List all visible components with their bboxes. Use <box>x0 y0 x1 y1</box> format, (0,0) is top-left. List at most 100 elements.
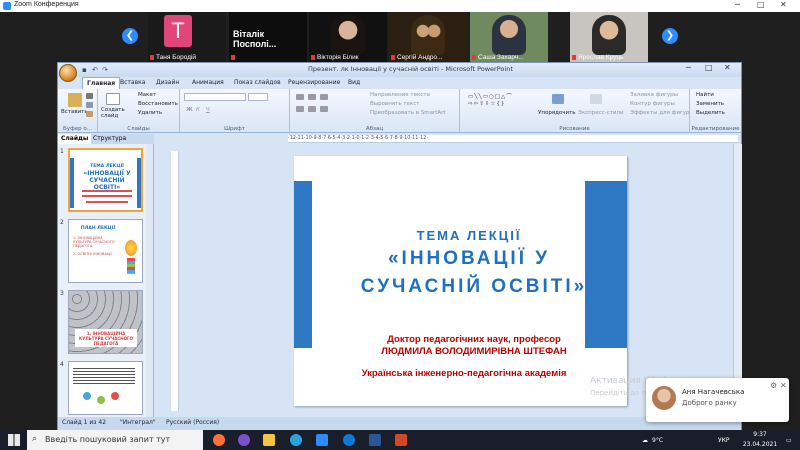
participant-tile[interactable]: Сергій Андро... <box>389 12 467 62</box>
font-size-select[interactable] <box>248 93 268 101</box>
numbering-icon[interactable] <box>308 94 316 100</box>
clock-date[interactable]: 23.04.2021 <box>740 441 780 448</box>
arrange-button[interactable]: Упорядочить <box>538 110 576 116</box>
settings-icon[interactable]: ⚙ <box>770 381 777 390</box>
language-indicator[interactable]: УКР <box>718 437 730 444</box>
tab-slides[interactable]: Слайды <box>58 134 92 144</box>
format-painter-icon[interactable] <box>86 111 93 117</box>
ppt-maximize-icon[interactable]: □ <box>705 63 713 72</box>
align-right-icon[interactable] <box>320 106 328 112</box>
bulb-graphic <box>127 258 135 274</box>
word-icon[interactable] <box>369 434 381 446</box>
clock-time[interactable]: 9:37 <box>740 431 780 438</box>
start-button[interactable] <box>8 434 20 446</box>
shapes-gallery[interactable]: ▭╲╲▭○□△⌒ <box>468 92 513 100</box>
bullets-icon[interactable] <box>296 94 304 100</box>
telegram-icon[interactable] <box>290 434 302 446</box>
undo-icon[interactable]: ↶ <box>92 66 98 74</box>
notifications-icon[interactable]: ▭ <box>786 437 792 444</box>
firefox-icon[interactable] <box>213 434 225 446</box>
file-explorer-icon[interactable] <box>263 434 275 446</box>
thumbnails-scrollbar[interactable] <box>146 144 153 417</box>
slide-scrollbar[interactable] <box>733 144 742 417</box>
cut-icon[interactable] <box>86 93 93 99</box>
thumb-text: 1. ІННОВАЦІЙНА КУЛЬТУРА СУЧАСНОГО ПЕДАГО… <box>73 236 115 248</box>
paste-icon[interactable] <box>68 93 82 107</box>
save-icon[interactable]: ▪ <box>82 66 87 74</box>
close-icon[interactable]: ✕ <box>780 381 787 390</box>
copy-icon[interactable] <box>86 102 93 108</box>
thumb-text-line <box>82 195 132 197</box>
taskbar-search[interactable]: ⌕ Введіть пошуковий запит тут <box>27 430 203 450</box>
tab-design[interactable]: Дизайн <box>152 77 183 89</box>
main-slide[interactable]: ТЕМА ЛЕКЦІЇ «ІННОВАЦІЇ У СУЧАСНІЙ ОСВІТІ… <box>294 156 627 406</box>
shapes-gallery-row2[interactable]: ⇨⇦⇧⇩☆{} <box>468 101 505 107</box>
status-bar: Слайд 1 из 42 "Интеграл" Русский (Россия… <box>58 417 741 430</box>
new-slide-button[interactable]: Создать слайд <box>101 107 127 119</box>
viber-icon[interactable] <box>238 434 250 446</box>
slide-thumbnail[interactable]: ПЛАН ЛЕКЦІЇ 1. ІННОВАЦІЙНА КУЛЬТУРА СУЧА… <box>68 219 143 283</box>
find-button[interactable]: Найти <box>696 92 714 98</box>
select-button[interactable]: Выделить <box>696 110 725 116</box>
close-icon[interactable]: ✕ <box>780 0 787 9</box>
chat-notification[interactable]: Аня Нагачевська Доброго ранку ⚙ ✕ <box>646 378 789 422</box>
quick-styles-icon[interactable] <box>590 94 602 104</box>
zoom-taskbar-icon[interactable] <box>316 434 328 446</box>
clipboard-group-label: Буфер о... <box>63 126 92 132</box>
bold-button[interactable]: Ж <box>186 107 193 113</box>
shape-outline-button[interactable]: Контур фигуры <box>630 101 675 107</box>
tab-view[interactable]: Вид <box>344 77 364 89</box>
slide-thumbnail[interactable] <box>68 361 143 415</box>
slide-thumbnail[interactable]: 1. ІННОВАЦІЙНА КУЛЬТУРА СУЧАСНОГО ПЕДАГО… <box>68 290 143 354</box>
office-button[interactable] <box>59 64 77 82</box>
weather-temp[interactable]: 9°C <box>652 437 663 444</box>
decrease-indent-icon[interactable] <box>320 94 328 100</box>
arrange-icon[interactable] <box>552 94 564 104</box>
video-feed <box>411 15 445 55</box>
new-slide-icon[interactable] <box>106 93 120 105</box>
align-text-button[interactable]: Выровнять текст <box>370 101 419 107</box>
ppt-minimize-icon[interactable]: ─ <box>686 63 691 72</box>
layout-button[interactable]: Макет <box>138 92 156 98</box>
replace-button[interactable]: Заменить <box>696 101 724 107</box>
prev-page-button[interactable]: ❮ <box>122 28 138 44</box>
shape-fill-button[interactable]: Заливка фигуры <box>630 92 678 98</box>
align-left-icon[interactable] <box>296 106 304 112</box>
align-center-icon[interactable] <box>308 106 316 112</box>
participant-tile[interactable]: T Таня Бородій <box>148 12 226 62</box>
participant-tile[interactable]: Саша Захарч... <box>470 12 548 62</box>
reset-button[interactable]: Восстановить <box>138 101 178 107</box>
delete-slide-button[interactable]: Удалить <box>138 110 162 116</box>
tab-review[interactable]: Рецензирование <box>284 77 344 89</box>
minimize-icon[interactable]: ─ <box>735 0 740 9</box>
redo-icon[interactable]: ↷ <box>102 66 108 74</box>
language-status[interactable]: Русский (Россия) <box>166 419 219 426</box>
thumb-topic: ТЕМА ЛЕКЦІЇ <box>90 164 124 169</box>
maximize-icon[interactable]: □ <box>757 0 765 9</box>
paste-button[interactable]: Вставить <box>61 109 88 115</box>
powerpoint-icon[interactable] <box>395 434 407 446</box>
ppt-close-icon[interactable]: ✕ <box>724 63 731 72</box>
quick-styles-button[interactable]: Экспресс-стили <box>578 110 624 116</box>
tab-animation[interactable]: Анимация <box>188 77 228 89</box>
participant-tile[interactable]: Віталік Посполі... <box>229 12 307 62</box>
smartart-button[interactable]: Преобразовать в SmartArt <box>370 110 446 116</box>
shape-effects-button[interactable]: Эффекты для фигур <box>630 110 690 116</box>
next-page-button[interactable]: ❯ <box>662 28 678 44</box>
tab-home[interactable]: Главная <box>82 77 121 89</box>
tab-insert[interactable]: Вставка <box>116 77 149 89</box>
weather-icon[interactable]: ☁ <box>642 437 648 444</box>
slide-thumbnail[interactable]: ТЕМА ЛЕКЦІЇ «ІННОВАЦІЇ У СУЧАСНІЙ ОСВІТІ… <box>68 148 143 212</box>
thumb-number: 1 <box>60 148 64 155</box>
italic-button[interactable]: К <box>196 107 200 113</box>
edge-icon[interactable] <box>343 434 355 446</box>
text-direction-button[interactable]: Направление текста <box>370 92 430 98</box>
tab-outline[interactable]: Структура <box>90 134 129 144</box>
underline-button[interactable]: Ч <box>206 107 210 113</box>
participant-tile[interactable]: Вікторія Білик <box>309 12 387 62</box>
font-family-select[interactable] <box>184 93 246 101</box>
powerpoint-window: Презент. лк Інновації у сучасній освіті … <box>57 62 742 430</box>
ribbon-group-font: Ж К Ч Шрифт <box>180 89 290 133</box>
participant-tile[interactable]: Ярослав Круць <box>570 12 648 62</box>
tab-slideshow[interactable]: Показ слайдов <box>230 77 285 89</box>
